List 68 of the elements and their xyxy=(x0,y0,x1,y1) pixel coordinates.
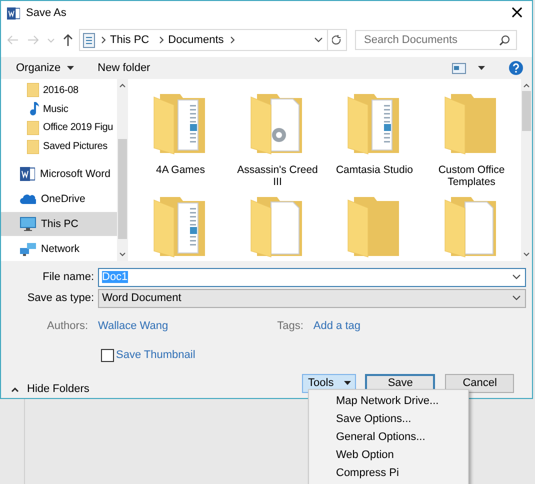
monitor-icon xyxy=(20,216,36,231)
music-note-icon xyxy=(27,102,39,116)
scrollbar-thumb[interactable] xyxy=(118,139,127,239)
checkbox[interactable] xyxy=(101,348,114,362)
close-button[interactable]: × xyxy=(502,1,532,25)
caret-icon[interactable] xyxy=(478,66,485,70)
scroll-down-icon[interactable] xyxy=(523,252,530,257)
menu-item[interactable]: General Options... xyxy=(309,428,468,446)
scroll-down-icon[interactable] xyxy=(119,252,126,257)
nav-item[interactable]: This PC xyxy=(1,212,117,236)
word-icon xyxy=(20,167,35,182)
caret-icon xyxy=(66,66,74,70)
folder-icon xyxy=(27,83,39,98)
scroll-up-icon[interactable] xyxy=(523,83,530,88)
menu-item[interactable]: Save Options... xyxy=(309,410,468,428)
menu-item[interactable]: Compress Pi xyxy=(309,464,468,482)
search-field[interactable]: Search Documents xyxy=(355,30,517,50)
address-bar[interactable]: This PC Documents xyxy=(79,29,347,51)
caret-icon xyxy=(344,381,351,385)
window-title: Save As xyxy=(26,7,68,19)
nav-item[interactable]: Office 2019 Figu xyxy=(1,118,117,138)
caret-icon xyxy=(512,274,521,280)
folder-icon xyxy=(27,140,39,154)
menu-item[interactable]: Web Option xyxy=(309,446,468,464)
folder-name: Assassin's Creed III xyxy=(236,164,319,188)
authors-link[interactable]: Wallace Wang xyxy=(98,320,168,332)
nav-item[interactable]: Music xyxy=(1,100,117,119)
up-arrow-icon[interactable] xyxy=(63,34,73,46)
field-label: Tags: xyxy=(277,320,304,332)
cancel-button[interactable]: Cancel xyxy=(445,374,514,392)
document-icon xyxy=(83,32,95,48)
nav-item[interactable]: Microsoft Word xyxy=(1,162,117,187)
caret-icon[interactable] xyxy=(314,37,323,43)
checkbox-label[interactable]: Save Thumbnail xyxy=(116,349,196,361)
search-icon xyxy=(499,34,510,46)
menu-item[interactable]: Map Network Drive... xyxy=(309,392,468,410)
search-input[interactable]: Search Documents xyxy=(362,33,499,47)
cloud-icon xyxy=(20,194,36,204)
folder-icon xyxy=(27,120,39,135)
chevron-icon xyxy=(101,36,106,44)
caret-icon xyxy=(11,386,19,392)
word-icon xyxy=(7,6,20,20)
nav-item[interactable]: Network xyxy=(1,236,117,261)
hide-folders-button[interactable]: Hide Folders xyxy=(1,383,90,395)
breadcrumb[interactable]: Documents xyxy=(168,34,224,46)
view-icon[interactable] xyxy=(452,62,466,74)
nav-item[interactable]: Saved Pictures xyxy=(1,137,117,156)
breadcrumb[interactable]: This PC xyxy=(110,34,150,46)
field-label: Save as type: xyxy=(26,292,95,304)
scroll-up-icon[interactable] xyxy=(119,83,126,88)
file-type-dropdown[interactable]: Word Document xyxy=(98,288,526,308)
organize-button[interactable]: Organize xyxy=(10,60,80,76)
folder-name: Camtasia Studio xyxy=(334,164,414,176)
new-folder-button[interactable]: New folder xyxy=(92,60,156,76)
field-label: File name: xyxy=(42,271,95,283)
chevron-icon xyxy=(230,36,235,44)
folder-name: 4A Games xyxy=(154,164,206,176)
folder-name: Custom Office Templates xyxy=(437,164,506,188)
scrollbar-thumb[interactable] xyxy=(522,91,531,131)
chevron-icon xyxy=(159,36,164,44)
nav-item[interactable]: 2016-08 xyxy=(1,81,117,100)
nav-item[interactable]: OneDrive xyxy=(1,186,117,212)
refresh-icon[interactable] xyxy=(332,34,342,46)
field-label: Authors: xyxy=(46,320,89,332)
caret-icon xyxy=(512,295,521,301)
help-icon[interactable] xyxy=(509,61,523,75)
network-icon xyxy=(20,242,36,256)
add-tag-link[interactable]: Add a tag xyxy=(313,320,360,332)
